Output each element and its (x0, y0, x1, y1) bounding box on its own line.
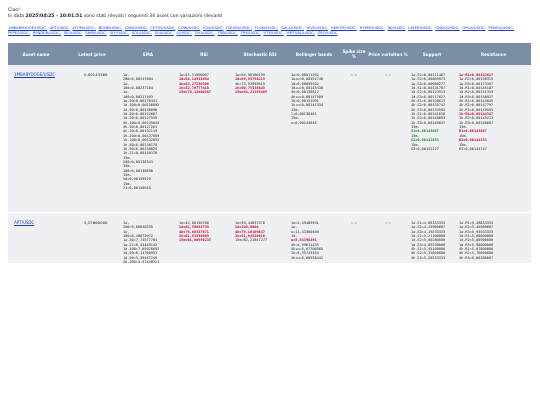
variation-cell: n/a (384, 73, 392, 77)
bollinger-cell: 1w=0,00011392 1w+u=0,00391748 1d=0,0009993… (288, 65, 340, 212)
asset-link[interactable]: S/USDC, (177, 31, 192, 35)
bollinger-cell: 1w=2,49489591 1w-u=11,43360409 1d-u=5,5439… (288, 213, 340, 263)
header-asset: Asset name (22, 51, 50, 57)
asset-link[interactable]: ORCA/USDC, (462, 26, 485, 30)
summary-line: In data 2025\04\25 - 10:01:51 sono stati… (8, 14, 222, 20)
indicator-value: 15m=76,12600507 (179, 90, 212, 95)
header-spike: Spike size % (342, 49, 366, 59)
support-cell: 1w-S1=4,68333333 1w-S2=4,29966667 1w-S3=4,… (408, 213, 456, 263)
spike-cell: n/a (350, 221, 358, 225)
rsi-cell: 1w=45,31990097 1d=64,14931684 4h=63,272303… (176, 65, 232, 212)
header-price: Latest price (78, 51, 106, 57)
indicator-value: u=0,00144646 (291, 120, 317, 125)
indicator-value: 4h-R3=5,86266667 (459, 255, 494, 260)
header-bollinger: Bollinger bands (295, 51, 333, 57)
indicator-value: R3=0,00144747 (459, 146, 487, 151)
summary-datetime: 2025\04\25 - 10:01:51 (25, 14, 83, 20)
asset-link[interactable]: SEI/USDC, (64, 31, 83, 35)
table-row: 1MBABYDOGE/USDC 0,00143569 1w- 200=0,0024… (8, 65, 531, 213)
indicator-value: 4h-200=5,57448221 (123, 260, 160, 264)
header-resistance: Resistance (480, 51, 507, 57)
table-header: Asset name Latest price EMA RSI Stochast… (8, 43, 531, 65)
price-cell: 5,57660000 (84, 220, 108, 225)
asset-link[interactable]: APT/USDC (14, 220, 34, 225)
intro-message: Ciao! In data 2025\04\25 - 10:01:51 sono… (8, 8, 222, 20)
asset-link[interactable]: APT/USDC, (50, 26, 70, 30)
asset-cell: APT/USDC (8, 213, 64, 263)
asset-link[interactable]: SLF/USDC, (110, 31, 129, 35)
asset-link[interactable]: EOS/USDC, (203, 26, 223, 30)
asset-link[interactable]: RENDER/USDC, (33, 31, 61, 35)
summary-suffix: sono stati rilevati i seguenti 34 asset … (83, 14, 223, 20)
header-rsi: RSI (200, 51, 208, 57)
asset-link[interactable]: TRB/USDC, (218, 31, 238, 35)
asset-link[interactable]: HIVE/USDC, (307, 26, 329, 30)
asset-link[interactable]: BONK/USDC, (99, 26, 122, 30)
asset-link[interactable]: TAO/USDC, (195, 31, 215, 35)
asset-link[interactable]: COW/USDC, (178, 26, 200, 30)
asset-link[interactable]: PENGU/USDC, (488, 26, 514, 30)
asset-table: Asset name Latest price EMA RSI Stochast… (8, 43, 531, 264)
asset-link[interactable]: CAKE/USDC, (125, 26, 148, 30)
asset-link[interactable]: FLOKI/USDC, (255, 26, 278, 30)
stoch-cell: 1w=50,44897570 1d=100,0000 4h=76,16109837 1… (232, 213, 288, 263)
resistance-cell: 1w-R1=0,00142617 1w-R2=0,00158315 1w-R3=0,… (456, 65, 531, 212)
indicator-value: 21=0,00140918 (123, 185, 151, 190)
asset-link[interactable]: ZRO/USDC (318, 31, 338, 35)
asset-link[interactable]: VIRTUAL/USDC, (287, 31, 315, 35)
ema-cell: 1w- 200=9,06840335 1w- 100=8,48872072 1w-30=… (120, 213, 176, 263)
variation-cell: n/a (384, 221, 392, 225)
asset-link[interactable]: ATOM/USDC, (72, 26, 95, 30)
asset-link[interactable]: ONDO/USDC, (435, 26, 459, 30)
header-ema: EMA (142, 51, 154, 57)
asset-link[interactable]: CETUS/USDC, (150, 26, 175, 30)
ema-cell: 1w- 200=0,00247604 1w- 100=0,00237104 1w- 100… (120, 65, 176, 212)
indicator-value: 1h+u=5,60558441 (291, 255, 324, 260)
asset-link[interactable]: SOL/USDC, (132, 31, 152, 35)
support-cell: 1w-S1=0,00111467 1w-S2=0,00089973 1w-S3=0,… (408, 65, 456, 212)
asset-link[interactable]: SHIB/USDC, (85, 31, 107, 35)
asset-link[interactable]: INJ/USDC, (387, 26, 405, 30)
indicator-value: 15m=62,21847277 (235, 238, 268, 243)
asset-link[interactable]: SUI/USDC, (155, 31, 174, 35)
asset-link[interactable]: FDUSD/USDC, (226, 26, 252, 30)
asset-link[interactable]: GALA/USDC, (281, 26, 304, 30)
asset-link[interactable]: PEPE/USDC, (8, 31, 30, 35)
indicator-value: S3=0,00142227 (411, 146, 439, 151)
summary-prefix: In data (8, 14, 25, 20)
asset-link[interactable]: 1MBABYDOGE/USDC, (8, 26, 47, 30)
price-cell: 0,00143569 (84, 72, 108, 77)
rsi-cell: 1w=42,00150700 1d=62,56683739 4h=76,683376… (176, 213, 232, 263)
asset-link[interactable]: LAYER/USDC, (408, 26, 432, 30)
spike-cell: n/a (350, 73, 358, 77)
asset-link[interactable]: TRX/USDC, (241, 31, 261, 35)
asset-links: 1MBABYDOGE/USDC, APT/USDC, ATOM/USDC, BO… (8, 26, 528, 37)
asset-link[interactable]: HMSTR/USDC, (331, 26, 357, 30)
header-variation: Price variation % (368, 51, 408, 57)
table-row: APT/USDC 5,57660000 1w- 200=9,06840335 1w-… (8, 213, 531, 264)
asset-link[interactable]: UTK/USDC, (264, 31, 284, 35)
resistance-cell: 1w-R1=5,36833333 1w-R2=5,46566667 1w-R3=5,… (456, 213, 531, 263)
indicator-value: 15m=61,00956235 (179, 238, 212, 243)
stoch-cell: 1w=64,96186199 1d=89,93794215 4h=73,539938… (232, 65, 288, 212)
indicator-value: 4h-S3=5,26533333 (411, 255, 446, 260)
asset-cell: 1MBABYDOGE/USDC (8, 65, 64, 212)
header-stoch: Stochastic RSI (243, 51, 277, 57)
indicator-value: 15m=94,21195405 (235, 90, 268, 95)
header-support: Support (422, 51, 442, 57)
asset-link[interactable]: 1MBABYDOGE/USDC (14, 72, 55, 77)
asset-link[interactable]: HYPER/USDC, (360, 26, 385, 30)
